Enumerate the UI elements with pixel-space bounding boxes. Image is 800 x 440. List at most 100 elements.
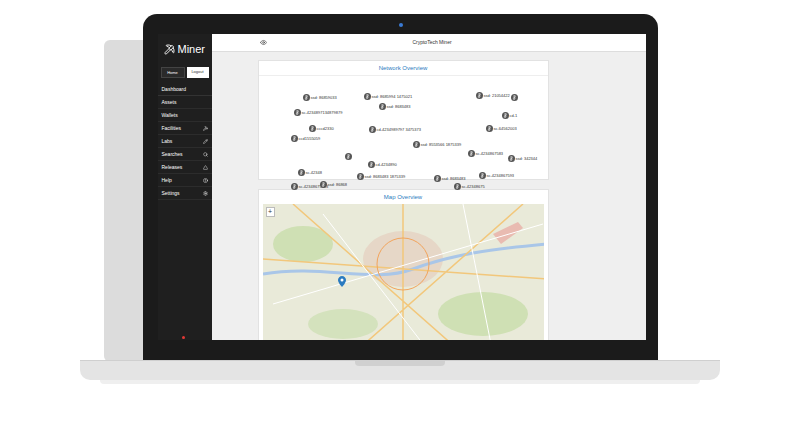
sidebar-item-icon — [203, 126, 208, 131]
network-node[interactable]: cd-4234989797 3475373 — [369, 126, 422, 133]
network-node[interactable]: ssd: 86859033 — [303, 94, 337, 101]
eye-icon[interactable] — [260, 39, 267, 46]
network-node[interactable]: sc-42348675 — [454, 183, 485, 190]
network-node[interactable]: ssd: 8683483 — [379, 103, 411, 110]
bitcoin-icon — [379, 103, 386, 110]
bitcoin-icon — [368, 161, 375, 168]
network-node[interactable]: ssd: 342344 — [508, 155, 538, 162]
network-node[interactable]: cd-4234890 — [368, 161, 397, 168]
bitcoin-icon — [486, 125, 493, 132]
sidebar-item-icon — [203, 152, 208, 157]
network-node[interactable]: sc-42348 — [298, 169, 322, 176]
network-node[interactable]: ssd: 8553566 1875339 — [413, 141, 462, 148]
map-tiles-icon — [263, 204, 544, 340]
node-label: ssd: 21054422 — [484, 94, 510, 98]
bitcoin-icon — [345, 153, 352, 160]
bitcoin-icon — [364, 93, 371, 100]
node-label: ssd: 8683483 1875339 — [365, 175, 406, 179]
sidebar-item[interactable]: Assets — [158, 96, 212, 109]
laptop: MinerHomeLogoutDashboardAssetsWalletsFac… — [0, 0, 800, 384]
sidebar-item[interactable]: Labs — [158, 135, 212, 148]
bitcoin-icon — [309, 125, 316, 132]
bitcoin-icon — [479, 172, 486, 179]
network-node[interactable]: ssd: 8683483 1875339 — [357, 173, 406, 180]
network-node[interactable]: ccd1555059 — [291, 135, 321, 142]
network-node[interactable]: ssd: 86868 — [320, 181, 348, 188]
network-node[interactable] — [345, 153, 352, 160]
node-label: sc-4234897134879879 — [302, 111, 343, 115]
network-node[interactable]: sc-4234867593 — [479, 172, 515, 179]
app-title: CryptoTech Miner — [267, 39, 598, 47]
network-graph: ssd: 86859033 ssd: 8685994 1475021 ssd: 21… — [259, 76, 548, 179]
sidebar-item[interactable]: Searches — [158, 148, 212, 161]
node-label: ssd: 86868 — [328, 183, 348, 187]
node-label: cd-4234890 — [376, 163, 397, 167]
status-dot — [182, 336, 185, 339]
top-bar: CryptoTech Miner — [212, 34, 646, 52]
map-pin-icon[interactable] — [338, 276, 346, 287]
screen: MinerHomeLogoutDashboardAssetsWalletsFac… — [158, 34, 646, 340]
page: MinerHomeLogoutDashboardAssetsWalletsFac… — [0, 0, 800, 440]
laptop-shadow — [100, 380, 700, 384]
bitcoin-icon — [369, 126, 376, 133]
pickaxe-icon — [164, 44, 175, 55]
zoom-in-button[interactable]: + — [266, 207, 275, 217]
sidebar-item[interactable]: Facilities — [158, 122, 212, 135]
bitcoin-icon — [413, 141, 420, 148]
node-label: cd-1 — [510, 114, 518, 118]
node-label: ssd: 86859033 — [311, 96, 337, 100]
node-label: ssd: 8683483 — [387, 105, 411, 109]
sidebar-item[interactable]: Releases — [158, 161, 212, 174]
network-card: Network Overview ssd: 86859033 ssd: 868599… — [258, 60, 549, 180]
bitcoin-icon — [294, 109, 301, 116]
bitcoin-icon — [303, 94, 310, 101]
bitcoin-icon — [434, 175, 441, 182]
bitcoin-icon — [320, 181, 327, 188]
node-label: cd-4234989797 3475373 — [377, 128, 422, 132]
node-label: sc-42348675 — [462, 185, 485, 189]
network-node[interactable]: sc-4234897134879879 — [294, 109, 343, 116]
node-label: ssd: 8683483 — [442, 177, 466, 181]
node-label: ccd1555059 — [299, 137, 321, 141]
sidebar-item[interactable]: Settings — [158, 187, 212, 200]
bitcoin-icon — [291, 135, 298, 142]
network-node[interactable]: ssd: 8683483 — [434, 175, 466, 182]
network-node[interactable]: ssd: 8685994 1475021 — [364, 93, 413, 100]
bitcoin-icon — [476, 92, 483, 99]
sidebar-button[interactable]: Home — [161, 67, 185, 78]
bitcoin-icon — [508, 155, 515, 162]
sidebar-buttons: HomeLogout — [158, 67, 212, 84]
node-label: ssd: 8685994 1475021 — [372, 95, 413, 99]
node-label: cccd2330 — [317, 127, 334, 131]
node-label: ssd: 8553566 1875339 — [421, 143, 462, 147]
laptop-notch — [355, 361, 445, 366]
network-node[interactable]: ssd: 21054422 — [476, 92, 510, 99]
logo-text: Miner — [178, 44, 206, 55]
bitcoin-icon — [502, 112, 509, 119]
map[interactable]: + — [263, 204, 544, 340]
network-node[interactable] — [511, 94, 518, 101]
sidebar-item-icon — [203, 139, 208, 144]
laptop-base — [80, 360, 720, 380]
node-label: sc-4234867593 — [487, 174, 515, 178]
card-title: Network Overview — [259, 61, 548, 76]
node-label: sc-64562003 — [494, 127, 517, 131]
camera-icon — [399, 23, 403, 27]
sidebar-item[interactable]: Wallets — [158, 109, 212, 122]
laptop-screen-bezel: MinerHomeLogoutDashboardAssetsWalletsFac… — [143, 14, 658, 360]
bitcoin-icon — [298, 169, 305, 176]
network-node[interactable]: sc-4234867583 — [468, 150, 504, 157]
sidebar-item-icon — [203, 165, 208, 170]
node-label: ssd: 342344 — [516, 157, 538, 161]
network-node[interactable]: sc-64562003 — [486, 125, 517, 132]
card-title: Map Overview — [259, 190, 548, 204]
sidebar-button[interactable]: Logout — [187, 67, 209, 78]
sidebar: MinerHomeLogoutDashboardAssetsWalletsFac… — [158, 34, 212, 340]
logo[interactable]: Miner — [158, 34, 212, 67]
bitcoin-icon — [511, 94, 518, 101]
user-label[interactable]: Dashboard — [158, 84, 212, 96]
network-node[interactable]: cd-1 — [502, 112, 518, 119]
sidebar-item[interactable]: Help — [158, 174, 212, 187]
network-node[interactable]: cccd2330 — [309, 125, 334, 132]
sidebar-item-icon — [203, 178, 208, 183]
